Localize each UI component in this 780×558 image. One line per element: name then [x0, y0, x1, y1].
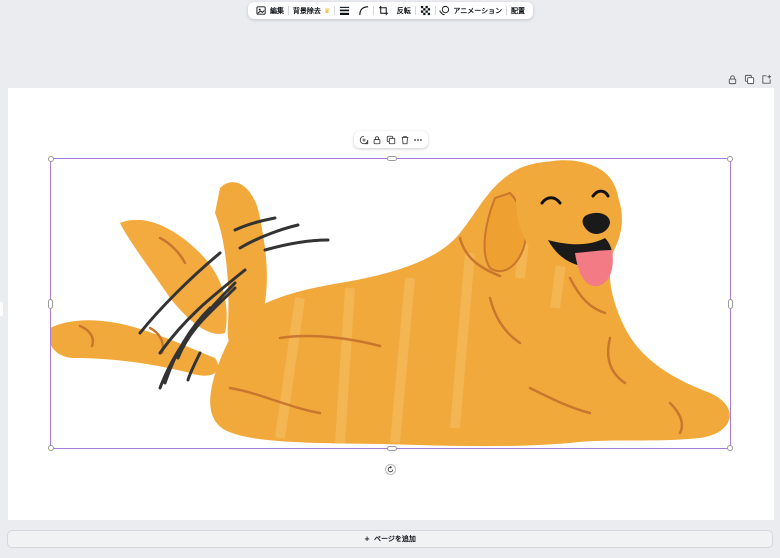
transparency-button[interactable] [416, 2, 435, 19]
crop-button[interactable] [374, 2, 393, 19]
position-button[interactable]: 配置 [507, 2, 529, 19]
lock-icon[interactable] [372, 135, 382, 145]
corner-rounding-button[interactable] [354, 2, 373, 19]
flip-button[interactable]: 反転 [393, 2, 415, 19]
duplicate-page-icon[interactable] [744, 74, 755, 85]
resize-handle-top[interactable] [387, 156, 397, 161]
border-style-button[interactable] [335, 2, 354, 19]
edit-button[interactable]: 編集 [252, 2, 288, 19]
remove-background-button[interactable]: 背景除去 ♛ [289, 2, 334, 19]
rotate-button[interactable] [385, 464, 396, 475]
border-lines-icon [339, 6, 350, 15]
crown-icon: ♛ [323, 6, 331, 15]
duplicate-icon[interactable] [386, 135, 396, 145]
resize-handle-left[interactable] [48, 299, 53, 309]
animation-button[interactable]: アニメーション [435, 2, 506, 19]
resize-handle-bottom-right[interactable] [727, 445, 733, 451]
flip-label: 反転 [396, 6, 411, 15]
edit-label: 編集 [270, 6, 284, 15]
resize-handle-right[interactable] [728, 299, 733, 309]
more-options-icon[interactable] [413, 135, 423, 145]
trash-icon[interactable] [400, 135, 410, 145]
position-label: 配置 [510, 6, 525, 15]
add-page-button[interactable]: + ページを追加 [7, 530, 773, 548]
page-actions [727, 74, 772, 85]
resize-handle-bottom[interactable] [387, 446, 397, 451]
selection-frame [48, 156, 733, 451]
resize-handle-top-left[interactable] [48, 156, 54, 162]
image-edit-icon [256, 6, 266, 15]
animation-icon [439, 5, 450, 16]
animation-label: アニメーション [453, 6, 503, 15]
element-toolbar: 編集 背景除去 ♛ 反転 アニメーション 配置 [248, 2, 533, 19]
add-page-label: ページを追加 [374, 535, 416, 543]
comment-icon[interactable] [359, 135, 369, 145]
transparency-checker-icon [420, 5, 430, 16]
element-quick-actions [354, 131, 428, 148]
remove-background-label: 背景除去 [292, 6, 321, 15]
rotate-icon [387, 466, 394, 473]
lock-icon[interactable] [727, 74, 738, 85]
side-panel-handle[interactable] [0, 302, 3, 316]
resize-handle-bottom-left[interactable] [48, 445, 54, 451]
resize-handle-top-right[interactable] [727, 156, 733, 162]
corner-radius-icon [359, 6, 369, 16]
plus-icon: + [364, 535, 370, 543]
crop-icon [378, 5, 388, 16]
add-page-icon[interactable] [761, 74, 772, 85]
